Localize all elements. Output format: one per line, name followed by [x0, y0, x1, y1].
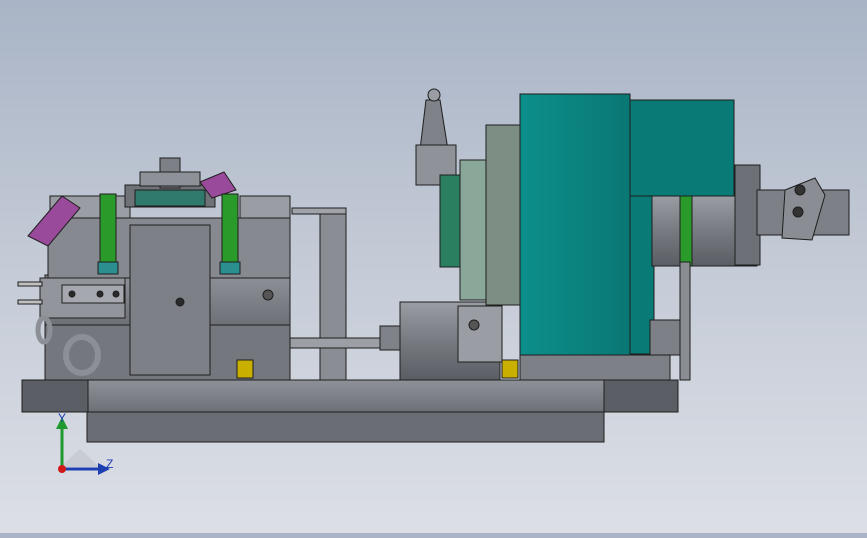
cylinder-base-left: [97, 261, 119, 275]
bolt: [68, 290, 76, 298]
origin-dot-icon: [58, 465, 66, 473]
cad-model-viewport[interactable]: [0, 0, 867, 533]
center-support-top: [291, 207, 347, 215]
bolt: [468, 319, 480, 331]
bolt: [792, 206, 804, 218]
z-axis-label: Z: [106, 457, 114, 471]
spindle-hub: [485, 124, 523, 306]
tool-tip: [427, 88, 441, 102]
triad-graphic: [56, 417, 110, 475]
right-motor-end: [734, 164, 761, 266]
top-cap: [139, 171, 201, 187]
green-cylinder-right: [221, 193, 239, 263]
axis-plane-indicator: [60, 449, 100, 467]
teal-gearbox-base: [519, 354, 671, 381]
yellow-foot-right: [501, 359, 519, 379]
right-motor-ring: [679, 195, 693, 267]
bolt: [262, 289, 274, 301]
lifting-ring-back: [35, 315, 53, 345]
left-pins: [17, 281, 43, 287]
lower-motor-flange: [457, 305, 503, 363]
y-axis-label: Y: [58, 411, 67, 425]
left-pins: [17, 299, 43, 305]
left-fixture-inner: [129, 224, 211, 376]
right-leg-block: [649, 319, 681, 356]
teal-gearbox-front: [519, 93, 631, 357]
center-support-post: [319, 209, 347, 381]
axis-triad: Y Z: [40, 405, 130, 485]
green-cylinder-left: [99, 193, 117, 263]
cylinder-base-right: [219, 261, 241, 275]
right-leg: [679, 261, 691, 381]
bolt: [112, 290, 120, 298]
base-plate-right-block: [603, 379, 679, 413]
teal-gearbox-side: [629, 99, 735, 197]
bolt: [96, 290, 104, 298]
base-plate-lower: [86, 411, 605, 443]
bolt: [175, 297, 185, 307]
model-drawing[interactable]: [0, 0, 867, 533]
tool-holder: [419, 99, 449, 151]
top-gear-teeth: [134, 189, 206, 207]
yellow-foot-left: [236, 359, 254, 379]
clamp-head-right: [239, 195, 291, 219]
center-shaft: [289, 337, 391, 349]
bolt: [794, 184, 806, 196]
